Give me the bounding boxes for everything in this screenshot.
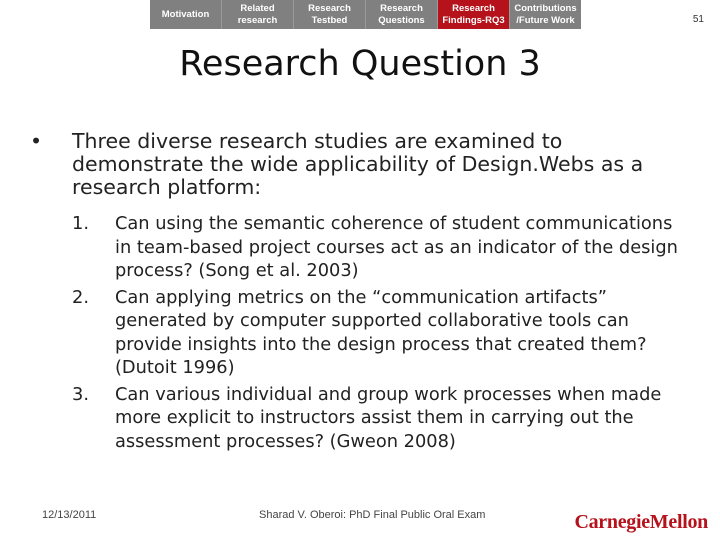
list-item: 1. Can using the semantic coherence of s…: [72, 212, 692, 283]
footer-date: 12/13/2011: [42, 509, 97, 521]
nav-tab-related-research[interactable]: Related research: [222, 0, 294, 29]
question-list: 1. Can using the semantic coherence of s…: [72, 212, 692, 456]
bullet-symbol: •: [30, 129, 43, 153]
list-text: Can applying metrics on the “communicati…: [115, 286, 647, 379]
nav-tab-motivation[interactable]: Motivation: [150, 0, 222, 29]
footer-presenter: Sharad V. Oberoi: PhD Final Public Oral …: [259, 509, 486, 521]
list-text: Can various individual and group work pr…: [115, 383, 662, 452]
list-number: 1.: [72, 213, 89, 234]
list-text: Can using the semantic coherence of stud…: [115, 213, 678, 281]
slide-number: 51: [692, 14, 704, 25]
list-number: 2.: [72, 286, 89, 308]
nav-tab-research-testbed[interactable]: Research Testbed: [294, 0, 366, 29]
main-bullet: • Three diverse research studies are exa…: [30, 130, 700, 199]
list-item: 2. Can applying metrics on the “communic…: [72, 286, 692, 380]
nav-tab-contributions[interactable]: Contributions /Future Work: [510, 0, 581, 29]
bullet-text: Three diverse research studies are exami…: [72, 129, 644, 199]
section-nav: Motivation Related research Research Tes…: [150, 0, 581, 29]
list-item: 3. Can various individual and group work…: [72, 383, 692, 454]
nav-tab-research-findings[interactable]: Research Findings-RQ3: [438, 0, 510, 29]
carnegie-mellon-logo: CarnegieMellon: [574, 511, 708, 533]
nav-tab-research-questions[interactable]: Research Questions: [366, 0, 438, 29]
slide-title: Research Question 3: [179, 44, 541, 84]
list-number: 3.: [72, 383, 89, 405]
